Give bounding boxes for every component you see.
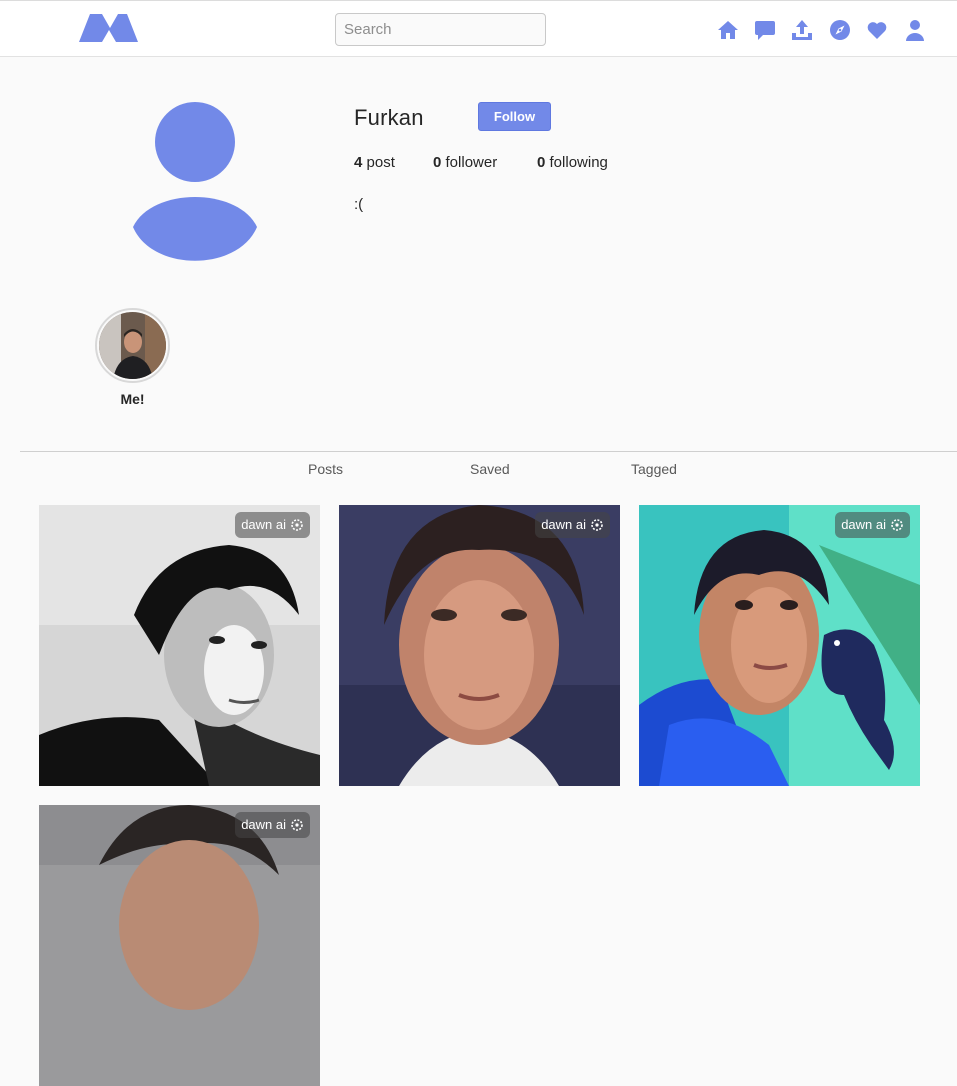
highlight-label: Me! <box>120 391 145 407</box>
tabs-divider <box>20 451 957 452</box>
stat-posts[interactable]: 4 post <box>354 154 395 171</box>
watermark-badge: dawn ai <box>235 812 310 838</box>
watermark-badge: dawn ai <box>835 512 910 538</box>
post-image <box>39 805 320 1086</box>
sparkle-icon <box>291 519 303 531</box>
watermark-label: dawn ai <box>241 817 286 832</box>
heart-icon[interactable] <box>866 19 888 41</box>
tab-posts[interactable]: Posts <box>308 461 343 477</box>
highlight-image <box>99 312 166 379</box>
profile-icon[interactable] <box>904 19 926 41</box>
watermark-badge: dawn ai <box>235 512 310 538</box>
post-thumbnail[interactable]: dawn ai <box>39 505 320 786</box>
tab-saved[interactable]: Saved <box>470 461 510 477</box>
post-image <box>339 505 620 786</box>
stat-posts-label: post <box>366 154 395 171</box>
messages-icon[interactable] <box>754 19 776 41</box>
watermark-label: dawn ai <box>241 517 286 532</box>
logo[interactable] <box>79 14 138 42</box>
stat-followers[interactable]: 0 follower <box>433 154 497 171</box>
profile-avatar <box>133 102 257 261</box>
tab-tagged[interactable]: Tagged <box>631 461 677 477</box>
stat-following-label: following <box>549 154 608 171</box>
post-thumbnail[interactable]: dawn ai <box>339 505 620 786</box>
post-image <box>639 505 920 786</box>
post-image <box>39 505 320 786</box>
home-icon[interactable] <box>717 19 739 41</box>
watermark-label: dawn ai <box>841 517 886 532</box>
explore-icon[interactable] <box>829 19 851 41</box>
top-bar <box>0 0 957 57</box>
sparkle-icon <box>291 819 303 831</box>
stat-posts-count: 4 <box>354 154 363 171</box>
profile-username: Furkan <box>354 105 424 130</box>
profile-bio: :( <box>354 196 364 213</box>
stat-following[interactable]: 0 following <box>537 154 608 171</box>
story-highlight[interactable] <box>95 308 170 383</box>
post-thumbnail[interactable]: dawn ai <box>39 805 320 1086</box>
stat-following-count: 0 <box>537 154 546 171</box>
stat-followers-label: follower <box>445 154 498 171</box>
sparkle-icon <box>591 519 603 531</box>
stat-followers-count: 0 <box>433 154 442 171</box>
search-input[interactable] <box>335 13 546 46</box>
post-thumbnail[interactable]: dawn ai <box>639 505 920 786</box>
sparkle-icon <box>891 519 903 531</box>
follow-button[interactable]: Follow <box>478 102 551 131</box>
watermark-label: dawn ai <box>541 517 586 532</box>
upload-icon[interactable] <box>791 19 813 41</box>
watermark-badge: dawn ai <box>535 512 610 538</box>
